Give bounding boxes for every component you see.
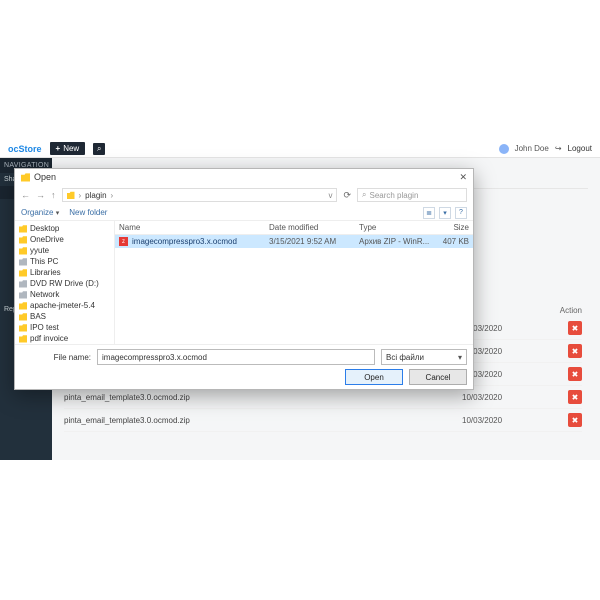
delete-button[interactable]: ✖	[568, 367, 582, 381]
folder-icon	[19, 335, 27, 343]
file-date: 3/15/2021 9:52 AM	[269, 237, 359, 246]
delete-button[interactable]: ✖	[568, 390, 582, 404]
tree-node[interactable]: This PC	[19, 256, 110, 267]
view-mode-icon[interactable]: ≣	[423, 207, 435, 219]
plus-icon: +	[56, 144, 61, 153]
close-icon[interactable]: ✕	[459, 172, 467, 183]
folder-icon	[19, 269, 27, 277]
row-date: 10/03/2020	[462, 324, 542, 333]
tree-node[interactable]: yyute	[19, 245, 110, 256]
organize-menu[interactable]: Organize ▾	[21, 208, 59, 217]
tree-node[interactable]: BAS	[19, 311, 110, 322]
nav-up-icon[interactable]: ↑	[51, 190, 56, 200]
open-button[interactable]: Open	[345, 369, 403, 385]
drive-icon	[19, 280, 27, 288]
file-name-label: File name:	[21, 353, 91, 362]
avatar[interactable]	[499, 144, 509, 154]
col-size[interactable]: Size	[429, 223, 469, 232]
row-name: pinta_email_template3.0.ocmod.zip	[64, 393, 462, 402]
nav-back-icon[interactable]: ←	[21, 190, 30, 200]
tree-node[interactable]: Desktop	[19, 223, 110, 234]
file-type: Архив ZIP - WinR...	[359, 237, 429, 246]
tree-node[interactable]: apache-jmeter-5.4	[19, 300, 110, 311]
row-date: 10/03/2020	[462, 370, 542, 379]
folder-tree[interactable]: Desktop OneDrive yyute This PC Libraries…	[15, 221, 115, 344]
file-row-selected[interactable]: z imagecompresspro3.x.ocmod 3/15/2021 9:…	[115, 235, 473, 248]
row-date: 10/03/2020	[462, 393, 542, 402]
folder-icon	[21, 173, 30, 182]
folder-icon	[19, 324, 27, 332]
delete-button[interactable]: ✖	[568, 413, 582, 427]
tree-node[interactable]: DVD RW Drive (D:)	[19, 278, 110, 289]
row-date: 10/03/2020	[462, 347, 542, 356]
folder-icon	[67, 191, 75, 199]
file-name-input[interactable]	[97, 349, 375, 365]
new-button-label: New	[63, 144, 79, 153]
folder-icon	[19, 225, 27, 233]
help-icon[interactable]: ?	[455, 207, 467, 219]
new-button[interactable]: +New	[50, 142, 86, 155]
chevron-down-icon: ▾	[458, 353, 462, 362]
file-name: imagecompresspro3.x.ocmod	[132, 237, 269, 246]
delete-button[interactable]: ✖	[568, 321, 582, 335]
tree-node[interactable]: pdf invoice	[19, 333, 110, 344]
file-list[interactable]: Name Date modified Type Size z imagecomp…	[115, 221, 473, 344]
cancel-button[interactable]: Cancel	[409, 369, 467, 385]
pc-icon	[19, 258, 27, 266]
chevron-down-icon: ▾	[56, 210, 60, 217]
col-date[interactable]: Date modified	[269, 223, 359, 232]
tree-node[interactable]: Libraries	[19, 267, 110, 278]
tree-node[interactable]: Network	[19, 289, 110, 300]
view-options-icon[interactable]: ▾	[439, 207, 451, 219]
topbar: ocStore +New ⌕ John Doe ↪ Logout	[0, 140, 600, 158]
file-type-filter[interactable]: Всі файли ▾	[381, 349, 467, 365]
tree-node[interactable]: OneDrive	[19, 234, 110, 245]
row-date: 10/03/2020	[462, 416, 542, 425]
tree-node[interactable]: IPO test	[19, 322, 110, 333]
refresh-icon[interactable]: ⟳	[343, 190, 351, 201]
delete-button[interactable]: ✖	[568, 344, 582, 358]
search-input[interactable]: ⌕ Search plagin	[357, 188, 467, 202]
folder-icon	[19, 247, 27, 255]
col-name[interactable]: Name	[119, 223, 269, 232]
nav-forward-icon[interactable]: →	[36, 190, 45, 200]
chevron-down-icon[interactable]: v	[328, 191, 332, 200]
chevron-right-icon: ›	[111, 191, 114, 200]
table-row: pinta_email_template3.0.ocmod.zip 10/03/…	[64, 409, 582, 432]
search-icon: ⌕	[362, 190, 366, 200]
folder-icon	[19, 313, 27, 321]
row-name: pinta_email_template3.0.ocmod.zip	[64, 416, 462, 425]
folder-icon	[19, 302, 27, 310]
col-type[interactable]: Type	[359, 223, 429, 232]
network-icon	[19, 291, 27, 299]
folder-icon	[19, 236, 27, 244]
file-size: 407 KB	[429, 237, 469, 246]
user-name[interactable]: John Doe	[515, 144, 549, 153]
search-icon[interactable]: ⌕	[93, 143, 105, 155]
address-bar[interactable]: › plagin › v	[62, 188, 338, 202]
zip-icon: z	[119, 237, 128, 246]
brand-logo: ocStore	[8, 144, 42, 154]
logout-link[interactable]: Logout	[568, 144, 592, 153]
chevron-right-icon: ›	[79, 191, 82, 200]
file-open-dialog: Open ✕ ← → ↑ › plagin › v ⟳ ⌕ Search pla…	[14, 168, 474, 390]
logout-icon: ↪	[555, 144, 562, 153]
search-placeholder: Search plagin	[369, 191, 418, 200]
path-segment[interactable]: plagin	[85, 191, 106, 200]
dialog-title: Open	[34, 172, 56, 182]
new-folder-button[interactable]: New folder	[69, 208, 107, 217]
